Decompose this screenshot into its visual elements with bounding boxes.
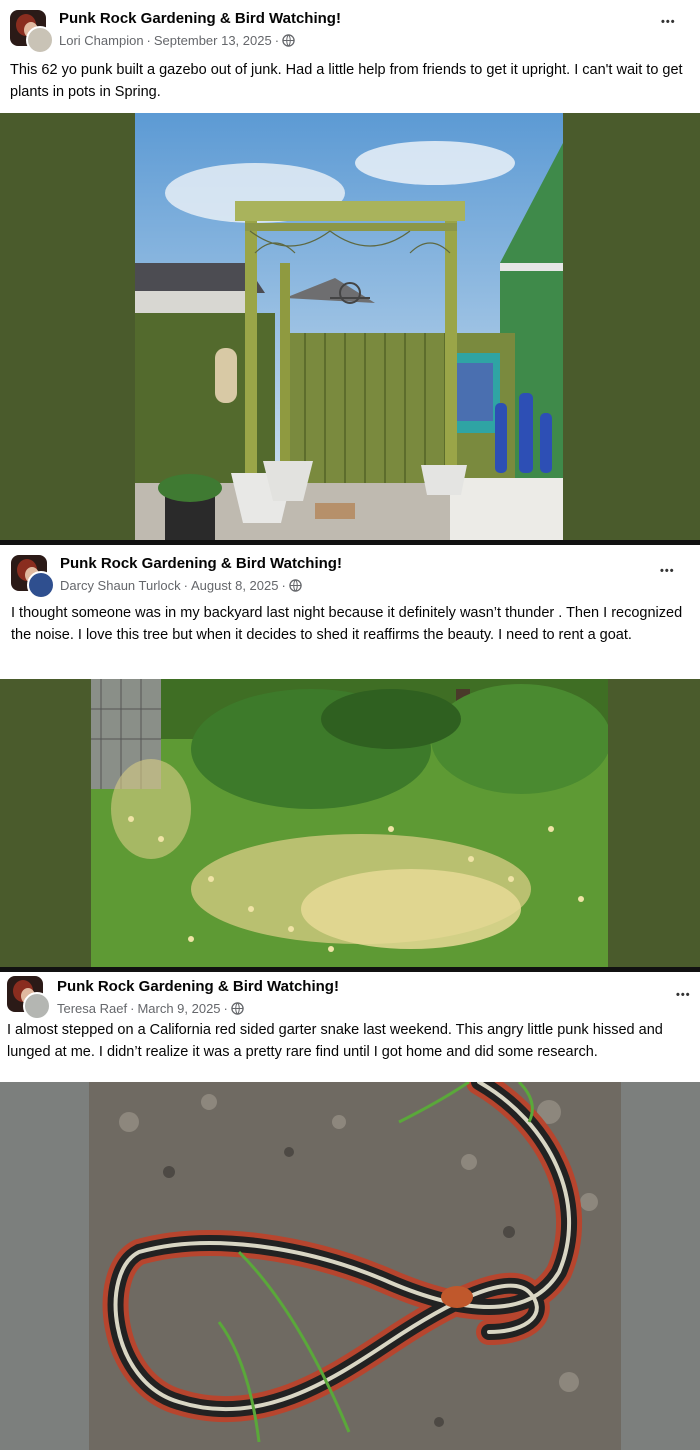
post-text: This 62 yo punk built a gazebo out of ju… xyxy=(10,62,683,100)
post-meta: Darcy Shaun Turlock · August 8, 2025 · xyxy=(60,578,302,593)
post-meta: Teresa Raef · March 9, 2025 · xyxy=(57,1001,244,1016)
post-media[interactable] xyxy=(0,113,700,540)
globe-icon xyxy=(289,579,302,592)
post-meta: Lori Champion · September 13, 2025 · xyxy=(59,33,295,48)
group-name[interactable]: Punk Rock Gardening & Bird Watching! xyxy=(60,555,342,572)
garter-snake-photo[interactable] xyxy=(89,1082,621,1450)
author-name[interactable]: Lori Champion xyxy=(59,33,144,48)
post-date[interactable]: March 9, 2025 xyxy=(137,1001,220,1016)
author-avatar[interactable] xyxy=(23,992,51,1020)
post-text: I almost stepped on a California red sid… xyxy=(7,1022,663,1060)
post-3: Punk Rock Gardening & Bird Watching! Ter… xyxy=(0,972,700,1450)
post-media[interactable] xyxy=(0,1082,700,1450)
post-date[interactable]: August 8, 2025 xyxy=(191,578,278,593)
author-avatar[interactable] xyxy=(26,26,54,54)
group-name[interactable]: Punk Rock Gardening & Bird Watching! xyxy=(57,978,339,995)
post-2: Punk Rock Gardening & Bird Watching! Dar… xyxy=(0,545,700,967)
post-date[interactable]: September 13, 2025 xyxy=(154,33,272,48)
post-header: Punk Rock Gardening & Bird Watching! Dar… xyxy=(0,545,700,599)
group-avatar[interactable] xyxy=(11,555,55,599)
group-name[interactable]: Punk Rock Gardening & Bird Watching! xyxy=(59,10,341,27)
more-options-button[interactable]: ••• xyxy=(661,16,676,28)
author-name[interactable]: Teresa Raef xyxy=(57,1001,127,1016)
post-text: I thought someone was in my backyard las… xyxy=(11,605,683,643)
meta-separator: · xyxy=(274,33,280,48)
meta-separator: · xyxy=(130,1001,135,1016)
group-avatar[interactable] xyxy=(7,976,51,1020)
more-options-button[interactable]: ••• xyxy=(676,989,691,1001)
globe-icon xyxy=(231,1002,244,1015)
post-header: Punk Rock Gardening & Bird Watching! Lor… xyxy=(0,0,700,54)
meta-separator: · xyxy=(183,578,189,593)
post-media[interactable] xyxy=(0,679,700,967)
gazebo-photo[interactable] xyxy=(135,113,563,540)
more-options-button[interactable]: ••• xyxy=(660,565,675,577)
fallen-apples-photo[interactable] xyxy=(91,679,608,967)
meta-separator: · xyxy=(146,33,151,48)
globe-icon xyxy=(282,34,295,47)
author-avatar[interactable] xyxy=(27,571,55,599)
group-avatar[interactable] xyxy=(10,10,54,54)
post-header: Punk Rock Gardening & Bird Watching! Ter… xyxy=(0,972,700,1020)
meta-separator: · xyxy=(281,578,286,593)
author-name[interactable]: Darcy Shaun Turlock xyxy=(60,578,181,593)
meta-separator: · xyxy=(223,1001,228,1016)
post-1: Punk Rock Gardening & Bird Watching! Lor… xyxy=(0,0,700,540)
